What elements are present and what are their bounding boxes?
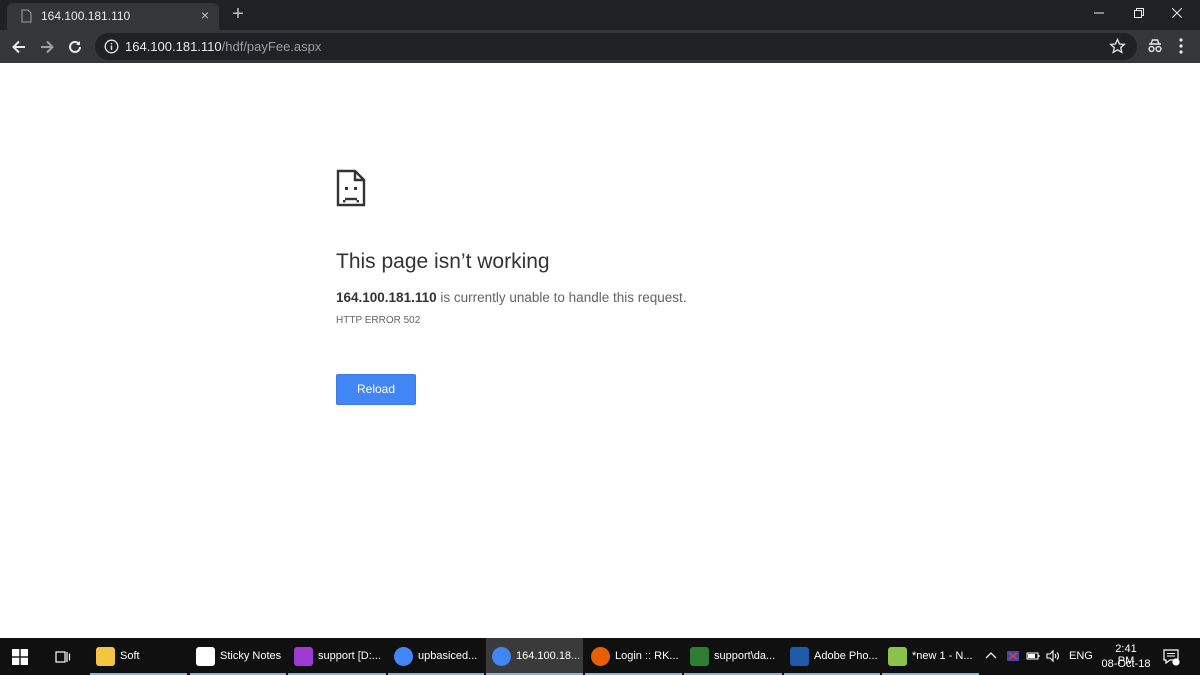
error-host: 164.100.181.110: [336, 290, 437, 305]
language-indicator[interactable]: ENG: [1069, 650, 1093, 662]
windows-start-icon[interactable]: [12, 649, 28, 665]
info-icon[interactable]: [104, 39, 119, 54]
folder-icon: [96, 647, 115, 666]
browser-toolbar: 164.100.181.110/hdf/payFee.aspx: [0, 30, 1200, 63]
taskbar-item-label: Soft: [120, 650, 140, 662]
photoviewer-icon: [790, 647, 809, 666]
error-message: is currently unable to handle this reque…: [436, 290, 687, 305]
minimize-icon: [1094, 12, 1104, 14]
extension-icon[interactable]: [1146, 37, 1164, 55]
taskbar-item[interactable]: Sticky Notes: [190, 638, 286, 675]
action-center-icon[interactable]: [1162, 648, 1180, 666]
windows-taskbar: Soft Sticky Notes support [D:... upbasiced.…: [0, 638, 1200, 675]
taskbar-item[interactable]: 164.100.18...: [486, 638, 583, 675]
clock-date[interactable]: 08-Oct-18: [1100, 658, 1152, 670]
taskbar-item[interactable]: upbasiced...: [388, 638, 484, 675]
menu-kebab-icon[interactable]: [1174, 37, 1188, 55]
reload-button[interactable]: Reload: [336, 374, 416, 405]
new-tab-button[interactable]: +: [228, 4, 248, 24]
chrome-icon: [492, 647, 511, 666]
volume-icon[interactable]: [1046, 649, 1060, 663]
heidisql-icon: [690, 647, 709, 666]
taskbar-item[interactable]: *new 1 - N...: [882, 638, 979, 675]
taskbar-item-label: Sticky Notes: [220, 650, 282, 662]
firefox-icon: [591, 647, 610, 666]
tab-title: 164.100.181.110: [41, 9, 131, 23]
error-code: HTTP ERROR 502: [336, 315, 421, 326]
error-description: 164.100.181.110 is currently unable to h…: [336, 290, 687, 305]
error-headline: This page isn’t working: [336, 250, 550, 273]
close-icon: [1171, 7, 1183, 19]
taskbar-item-label: support\da...: [714, 650, 776, 662]
url-path: /hdf/payFee.aspx: [221, 39, 322, 54]
url-text: 164.100.181.110/hdf/payFee.aspx: [125, 39, 321, 54]
reload-icon[interactable]: [65, 37, 85, 57]
taskbar-item-label: Login :: RK...: [615, 650, 679, 662]
task-view-icon[interactable]: [54, 648, 72, 666]
sad-page-icon: [336, 169, 366, 207]
taskbar-item-label: *new 1 - N...: [912, 650, 973, 662]
page-icon: [21, 9, 32, 23]
tab-close-icon[interactable]: ×: [197, 7, 213, 23]
notepadpp-icon: [888, 647, 907, 666]
chrome-icon: [394, 647, 413, 666]
taskbar-item[interactable]: Login :: RK...: [585, 638, 682, 675]
taskbar-item-label: upbasiced...: [418, 650, 478, 662]
bookmark-star-icon[interactable]: [1109, 38, 1126, 55]
taskbar-item-label: Adobe Pho...: [814, 650, 878, 662]
phpstorm-icon: [294, 647, 313, 666]
browser-tab-strip: 164.100.181.110 × +: [0, 0, 1200, 30]
back-arrow-icon[interactable]: [9, 37, 29, 57]
address-bar[interactable]: 164.100.181.110/hdf/payFee.aspx: [95, 33, 1137, 60]
taskbar-item[interactable]: Adobe Pho...: [784, 638, 880, 675]
show-hidden-icons-icon[interactable]: [985, 650, 997, 662]
browser-tab-active[interactable]: 164.100.181.110 ×: [7, 3, 219, 30]
battery-icon[interactable]: [1026, 649, 1040, 663]
taskbar-item-label: 164.100.18...: [516, 650, 581, 662]
taskbar-item[interactable]: support [D:...: [288, 638, 386, 675]
page-content: This page isn’t working 164.100.181.110 …: [0, 63, 1200, 638]
taskbar-item-label: support [D:...: [318, 650, 381, 662]
close-window-button[interactable]: [1154, 0, 1200, 30]
taskbar-item[interactable]: Soft: [90, 638, 187, 675]
tray-app-icon[interactable]: [1006, 649, 1020, 663]
forward-arrow-icon[interactable]: [37, 37, 57, 57]
taskbar-item[interactable]: support\da...: [684, 638, 782, 675]
sticky-notes-icon: [196, 647, 215, 666]
screen: 164.100.181.110 × + 164.100.181.110/hdf/…: [0, 0, 1200, 675]
restore-icon: [1134, 8, 1144, 18]
url-host: 164.100.181.110: [125, 39, 222, 54]
